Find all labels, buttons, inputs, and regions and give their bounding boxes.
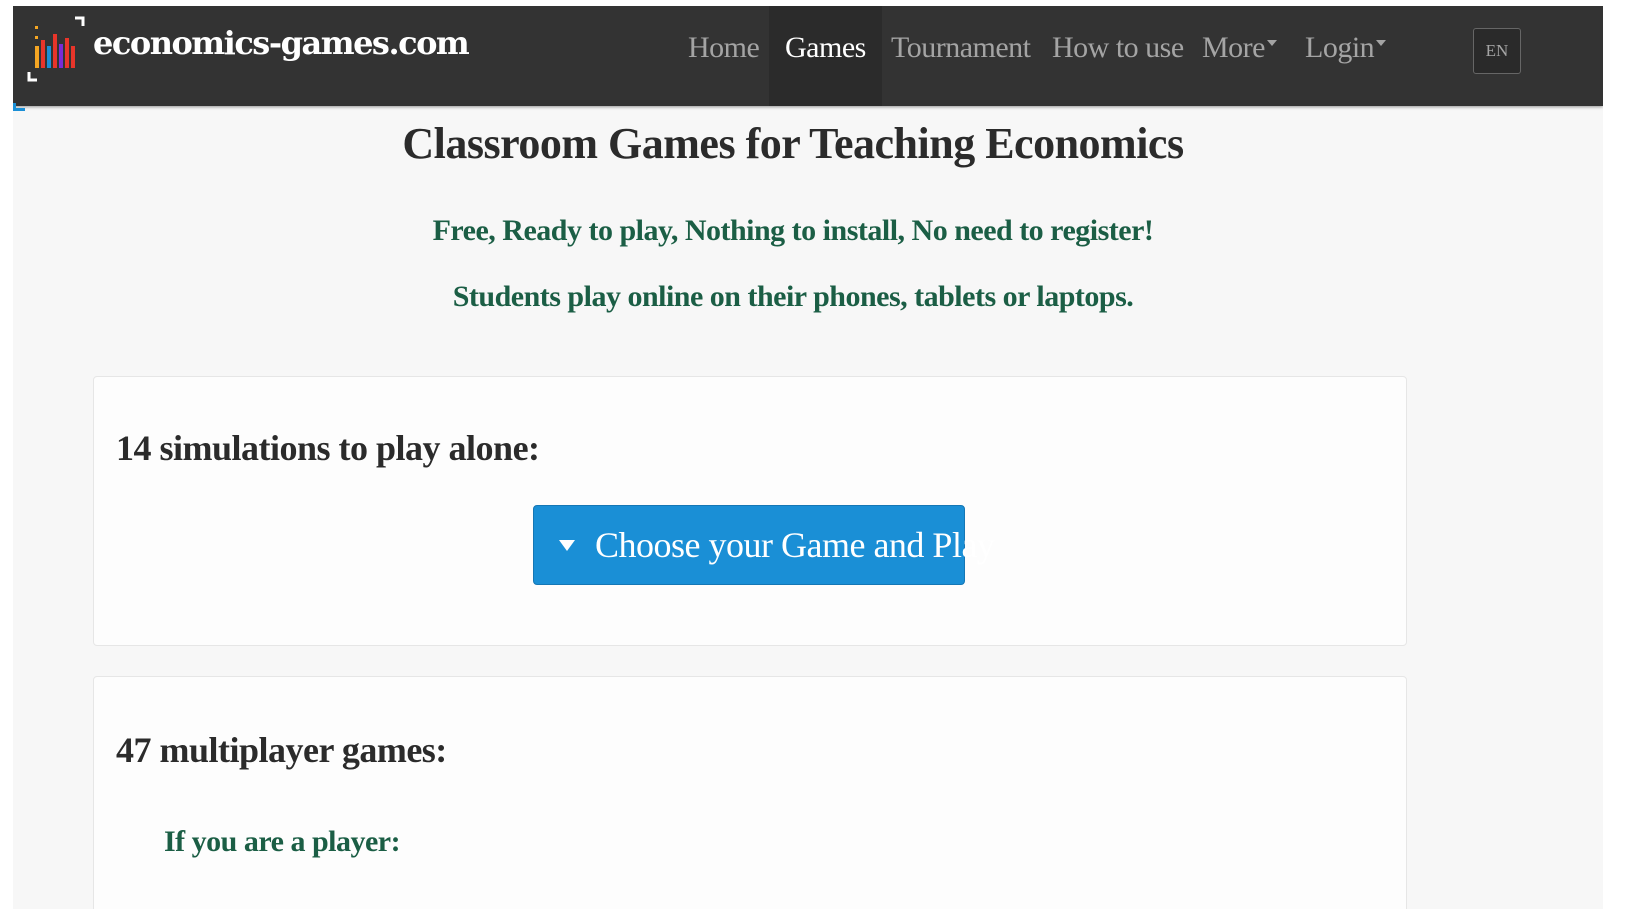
caret-down-icon: [559, 540, 575, 551]
navbar: economics-games.com Home Games Tournamen…: [13, 6, 1603, 106]
nav-home[interactable]: Home: [688, 6, 760, 106]
site-brand[interactable]: economics-games.com: [93, 24, 470, 62]
page-title: Classroom Games for Teaching Economics: [402, 119, 1184, 168]
nav-more-dropdown[interactable]: More: [1202, 6, 1277, 106]
tagline-features: Free, Ready to play, Nothing to install,…: [432, 214, 1154, 247]
browser-viewport: economics-games.com Home Games Tournamen…: [13, 6, 1603, 909]
corner-decoration: [13, 103, 25, 111]
multiplayer-games-panel: 47 multiplayer games: If you are a playe…: [93, 676, 1407, 909]
player-section-label: If you are a player:: [164, 825, 401, 858]
tagline-devices: Students play online on their phones, ta…: [452, 280, 1134, 313]
solo-games-panel: 14 simulations to play alone: Choose you…: [93, 376, 1407, 646]
nav-more-label: More: [1202, 31, 1265, 64]
nav-games[interactable]: Games: [769, 6, 882, 106]
logo-icon[interactable]: [27, 16, 85, 82]
caret-down-icon: [1376, 40, 1387, 46]
nav-tournament[interactable]: Tournament: [891, 6, 1031, 106]
solo-games-heading: 14 simulations to play alone:: [116, 428, 540, 468]
nav-login-dropdown[interactable]: Login: [1305, 6, 1387, 106]
choose-game-button[interactable]: Choose your Game and Play: [533, 505, 995, 585]
nav-login-label: Login: [1305, 31, 1375, 64]
language-selector-button[interactable]: EN: [1473, 28, 1521, 74]
multiplayer-games-heading: 47 multiplayer games:: [116, 730, 447, 770]
caret-down-icon: [1266, 40, 1277, 46]
nav-how-to-use[interactable]: How to use: [1052, 6, 1184, 106]
choose-game-label: Choose your Game and Play: [595, 525, 995, 565]
